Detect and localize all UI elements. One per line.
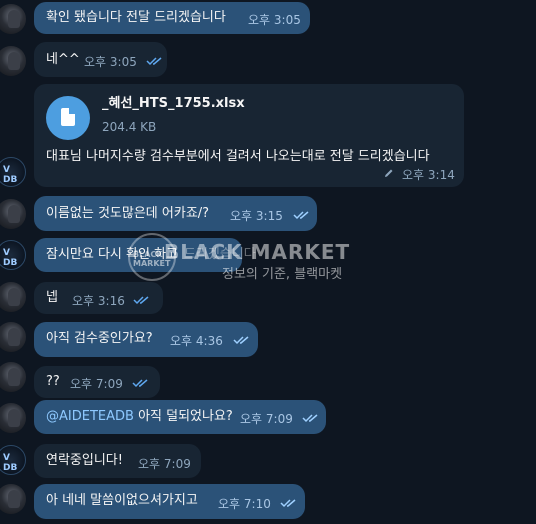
avatar[interactable] [0,362,26,392]
message-time: 오후 3:15 [230,209,283,223]
message-time: 오후 7:09 [70,377,123,391]
file-icon[interactable] [46,96,90,140]
message-time: 오후 3:05 [84,55,137,69]
message-text: 연락중입니다! [46,453,123,468]
double-check-icon [293,211,309,220]
message-text: 아직 검수중인가요? [46,331,153,346]
message-bubble[interactable]: 연락중입니다! 오후 7:09 [34,444,201,478]
message-time: 오후 7:09 [240,412,293,426]
avatar[interactable] [0,199,26,229]
avatar[interactable] [0,403,26,433]
avatar-logo-text: V DB [3,453,18,473]
message-time: 오후 4:36 [170,334,223,348]
avatar[interactable] [0,322,26,352]
avatar[interactable] [0,46,26,76]
message-text: ?? [46,374,60,389]
message-time: 오후 3:14 [402,168,455,182]
message-bubble[interactable]: 네^^ 오후 3:05 [34,42,167,77]
message-text: 네^^ [46,52,80,67]
file-size: 204.4 KB [102,120,157,134]
message-text: 이름없는 것도많은데 어카죠/? [46,206,210,221]
avatar[interactable] [0,484,26,514]
avatar[interactable]: V DB [0,240,26,270]
mention-link[interactable]: @AIDETEADB [46,409,134,424]
double-check-icon [146,57,162,66]
message-text: 넵 [46,290,58,305]
message-text: 아 네네 말씀이없으셔가지고 [46,493,198,508]
message-time: 오후 7:09 [138,457,191,471]
watermark-subtitle: 정보의 기준, 블랙마켓 [222,267,343,282]
message-time: 오후 3:16 [72,294,125,308]
double-check-icon [132,379,148,388]
double-check-icon [302,414,318,423]
message-text: 대표님 나머지수량 검수부분에서 걸려서 나오는대로 전달 드리겠습니다 [46,149,430,164]
pencil-edited-icon [385,169,393,177]
message-time: 오후 7:10 [218,497,271,511]
double-check-icon [133,296,149,305]
message-bubble[interactable]: 아 네네 말씀이없으셔가지고 오후 7:10 [34,484,305,519]
double-check-icon [233,336,249,345]
avatar[interactable] [0,4,26,34]
file-message-bubble[interactable]: _혜선_HTS_1755.xlsx 204.4 KB 대표님 나머지수량 검수부… [34,84,464,187]
message-time: 오후 3:05 [248,13,301,27]
avatar-logo-text: V DB [3,248,18,268]
message-text: 확인 됐습니다 전달 드리겠습니다 [46,10,226,25]
double-check-icon [280,499,296,508]
avatar[interactable]: V DB [0,157,26,187]
message-bubble[interactable]: 아직 검수중인가요? 오후 4:36 [34,322,258,357]
message-bubble[interactable]: 확인 됐습니다 전달 드리겠습니다 오후 3:05 [34,2,310,34]
message-bubble[interactable]: 넵 오후 3:16 [34,282,163,314]
watermark-title: BLACK MARKET [164,240,351,264]
avatar-logo-text: V DB [3,165,18,185]
file-name[interactable]: _혜선_HTS_1755.xlsx [102,95,245,112]
message-bubble[interactable]: ?? 오후 7:09 [34,366,160,398]
message-text: 아직 덜되었나요? [133,409,233,424]
message-bubble[interactable]: @AIDETEADB 아직 덜되었나요? 오후 7:09 [34,400,326,434]
avatar[interactable]: V DB [0,445,26,475]
avatar[interactable] [0,282,26,312]
message-bubble[interactable]: 이름없는 것도많은데 어카죠/? 오후 3:15 [34,196,317,231]
